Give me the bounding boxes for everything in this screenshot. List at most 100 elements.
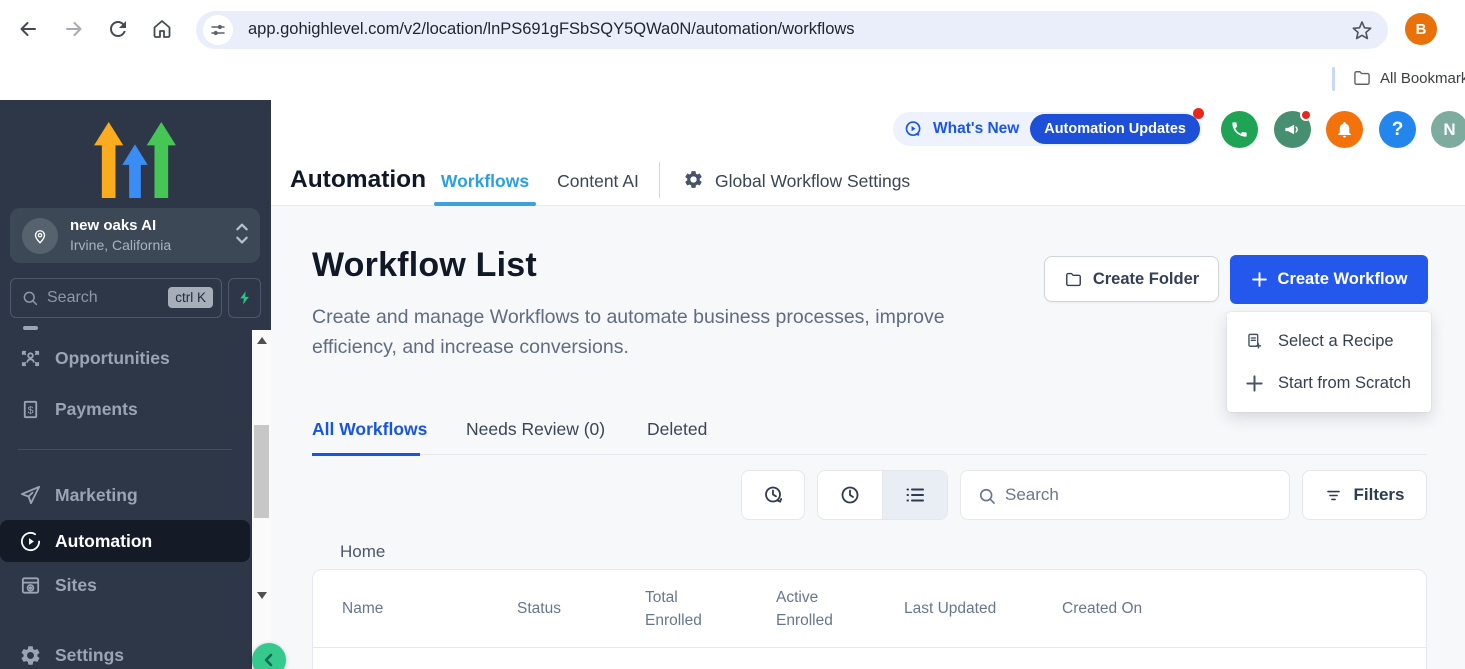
automation-updates-badge[interactable]: Automation Updates xyxy=(1030,114,1200,144)
location-name: new oaks AI xyxy=(70,217,156,234)
tab-workflows[interactable]: Workflows xyxy=(434,171,536,192)
main-area: What's New Automation Updates ? N Automa… xyxy=(271,100,1465,669)
sidebar-item-settings[interactable]: Settings xyxy=(0,640,252,669)
tab-needs-review[interactable]: Needs Review (0) xyxy=(466,419,605,440)
browser-toolbar: app.gohighlevel.com/v2/location/lnPS691g… xyxy=(0,0,1465,58)
payments-icon: $ xyxy=(18,398,42,421)
sidebar-search-input[interactable] xyxy=(47,279,162,317)
sidebar-item-marketing[interactable]: Marketing xyxy=(0,480,252,510)
sites-icon xyxy=(18,574,42,597)
bookmark-star-icon[interactable] xyxy=(1350,18,1374,42)
reload-icon[interactable] xyxy=(106,17,130,41)
recent-view-toggle[interactable] xyxy=(818,471,882,519)
menu-item-start-from-scratch[interactable]: Start from Scratch xyxy=(1227,362,1431,404)
sidebar-scrollbar[interactable] xyxy=(252,330,271,669)
folder-icon xyxy=(1352,68,1372,93)
workflows-table: Name Status Total Enrolled Active Enroll… xyxy=(312,569,1427,669)
address-bar[interactable]: app.gohighlevel.com/v2/location/lnPS691g… xyxy=(196,11,1388,49)
site-info-icon[interactable] xyxy=(203,15,233,45)
tab-deleted[interactable]: Deleted xyxy=(647,419,707,440)
create-workflow-button[interactable]: Create Workflow xyxy=(1230,255,1428,304)
plus-icon xyxy=(1251,271,1268,288)
tab-content-ai[interactable]: Content AI xyxy=(557,171,639,192)
enrollment-history-button[interactable] xyxy=(741,470,805,520)
workflow-list-title: Workflow List xyxy=(312,246,537,285)
sidebar-item-automation[interactable]: Automation xyxy=(0,520,250,562)
create-workflow-menu: Select a Recipe Start from Scratch xyxy=(1227,312,1431,412)
table-header-row: Name Status Total Enrolled Active Enroll… xyxy=(313,570,1426,648)
page-title: Automation xyxy=(290,166,426,194)
menu-item-label: Select a Recipe xyxy=(1278,332,1394,351)
forward-icon[interactable] xyxy=(62,17,86,41)
tab-all-workflows[interactable]: All Workflows xyxy=(312,419,427,440)
create-folder-label: Create Folder xyxy=(1093,270,1199,289)
breadcrumb[interactable]: Home xyxy=(340,542,385,562)
whats-new-pill[interactable]: What's New Automation Updates xyxy=(893,112,1202,146)
scrollbar-thumb[interactable] xyxy=(254,425,269,518)
view-toggle-group xyxy=(817,470,948,520)
partial-menu-icon xyxy=(23,326,38,330)
megaphone-icon xyxy=(1283,120,1302,139)
workflow-search-input[interactable] xyxy=(1005,471,1275,519)
folder-icon xyxy=(1064,270,1083,289)
sidebar-item-sites[interactable]: Sites xyxy=(0,570,252,600)
filters-button[interactable]: Filters xyxy=(1302,470,1427,520)
column-header-last-updated[interactable]: Last Updated xyxy=(904,600,1062,618)
whats-new-label[interactable]: What's New xyxy=(933,120,1019,138)
scroll-up-arrow[interactable] xyxy=(257,337,267,344)
quick-actions-button[interactable] xyxy=(228,278,261,318)
url-text[interactable]: app.gohighlevel.com/v2/location/lnPS691g… xyxy=(248,20,855,39)
sidebar-item-label: Sites xyxy=(55,575,97,596)
sidebar-item-opportunities[interactable]: Opportunities xyxy=(0,343,252,373)
help-button[interactable]: ? xyxy=(1379,111,1416,148)
search-icon xyxy=(21,289,39,312)
filters-label: Filters xyxy=(1353,485,1404,505)
browser-profile-avatar[interactable]: B xyxy=(1405,13,1437,45)
sidebar: new oaks AI Irvine, California ctrl K Op… xyxy=(0,100,271,669)
opportunities-icon xyxy=(18,347,42,370)
plus-icon xyxy=(1245,374,1264,393)
app-window: new oaks AI Irvine, California ctrl K Op… xyxy=(0,100,1465,669)
header-divider xyxy=(659,162,660,198)
menu-item-select-recipe[interactable]: Select a Recipe xyxy=(1227,320,1431,362)
column-header-created-on[interactable]: Created On xyxy=(1062,600,1262,618)
column-header-active-enrolled[interactable]: Active Enrolled xyxy=(776,586,904,632)
chevron-up-down-icon xyxy=(234,220,250,253)
column-header-total-enrolled[interactable]: Total Enrolled xyxy=(645,586,776,632)
page-header: What's New Automation Updates ? N Automa… xyxy=(271,100,1465,206)
column-header-name[interactable]: Name xyxy=(342,600,517,618)
notifications-button[interactable] xyxy=(1326,111,1363,148)
user-avatar[interactable]: N xyxy=(1431,111,1465,148)
all-bookmarks-label[interactable]: All Bookmarks xyxy=(1380,70,1465,87)
phone-button[interactable] xyxy=(1221,111,1258,148)
home-icon[interactable] xyxy=(150,17,174,41)
sidebar-collapse-button[interactable] xyxy=(252,643,286,669)
filter-icon xyxy=(1324,486,1343,505)
notification-dot xyxy=(1193,108,1204,119)
chevron-left-icon xyxy=(261,652,277,668)
gear-icon xyxy=(683,169,704,195)
list-view-toggle[interactable] xyxy=(882,471,947,519)
workflow-list-description: Create and manage Workflows to automate … xyxy=(312,302,1017,362)
recipe-document-icon xyxy=(1245,332,1264,351)
active-tab-underline xyxy=(312,453,420,456)
search-icon xyxy=(977,486,997,511)
column-header-status[interactable]: Status xyxy=(517,600,645,618)
scroll-down-arrow[interactable] xyxy=(257,592,267,599)
tab-global-workflow-settings[interactable]: Global Workflow Settings xyxy=(715,171,910,192)
svg-text:$: $ xyxy=(27,404,33,416)
clock-history-icon xyxy=(761,483,785,507)
workflow-tabs: All Workflows Needs Review (0) Deleted xyxy=(312,413,1427,455)
sidebar-item-label: Opportunities xyxy=(55,348,170,369)
back-icon[interactable] xyxy=(16,17,40,41)
notification-dot xyxy=(1300,109,1312,121)
announcements-button[interactable] xyxy=(1274,111,1311,148)
sidebar-divider xyxy=(18,449,232,450)
gear-icon xyxy=(18,644,42,667)
sidebar-item-label: Payments xyxy=(55,399,138,420)
location-switcher[interactable]: new oaks AI Irvine, California xyxy=(10,208,260,263)
clock-icon xyxy=(838,483,862,507)
list-icon xyxy=(903,483,927,507)
sidebar-item-payments[interactable]: $ Payments xyxy=(0,394,252,424)
create-folder-button[interactable]: Create Folder xyxy=(1044,256,1219,302)
